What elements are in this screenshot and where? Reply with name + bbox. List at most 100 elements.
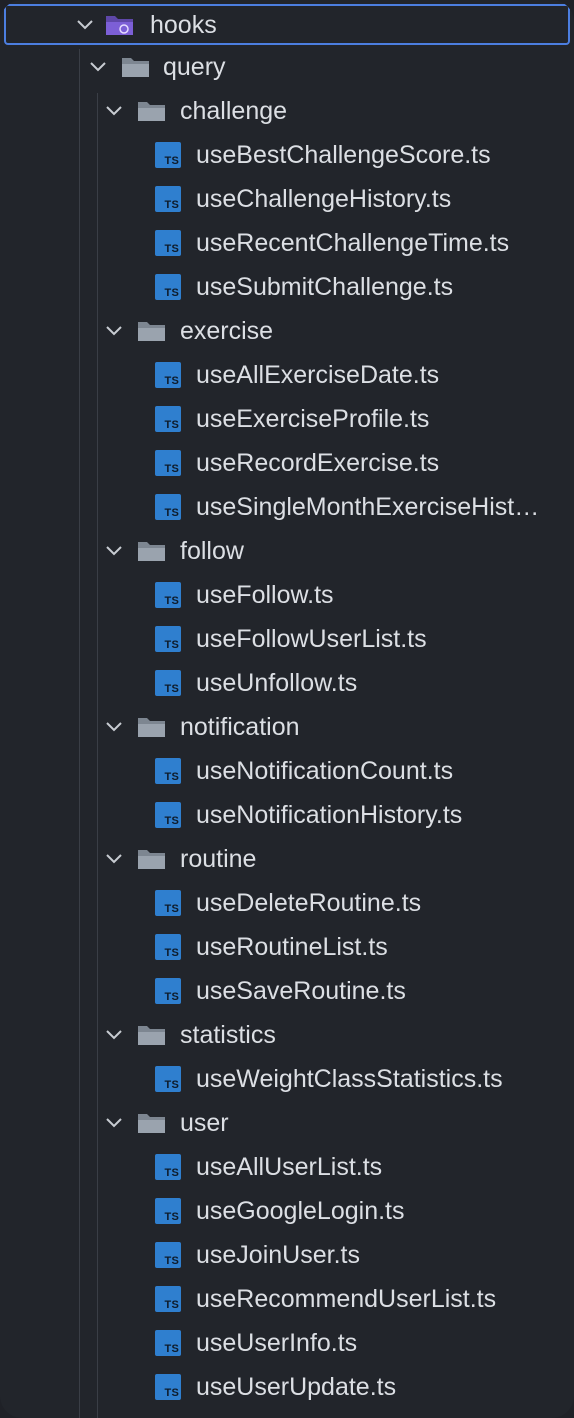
chevron-down-icon[interactable] <box>102 319 126 343</box>
file-badge-label: TS <box>164 1255 179 1267</box>
tree-row-file[interactable]: TS useUserInfo.ts <box>0 1321 574 1365</box>
file-badge-label: TS <box>164 155 179 167</box>
chevron-down-icon[interactable] <box>102 539 126 563</box>
tree-row-folder-follow[interactable]: follow <box>0 529 574 573</box>
typescript-file-icon: TS <box>155 142 181 168</box>
file-badge-label: TS <box>164 771 179 783</box>
tree-row-file[interactable]: TS useFollowUserList.ts <box>0 617 574 661</box>
tree-row-file[interactable]: TS useWeightClassStatistics.ts <box>0 1057 574 1101</box>
tree-row-label: useJoinUser.ts <box>196 1241 360 1269</box>
folder-open-icon <box>137 539 167 563</box>
tree-row-label: useSingleMonthExerciseHist… <box>196 493 540 521</box>
typescript-file-icon: TS <box>155 1198 181 1224</box>
folder-open-icon <box>137 715 167 739</box>
tree-row-label: useUserUpdate.ts <box>196 1373 397 1401</box>
tree-row-file[interactable]: TS useSaveRoutine.ts <box>0 969 574 1013</box>
tree-row-file[interactable]: TS useGoogleLogin.ts <box>0 1189 574 1233</box>
file-badge-label: TS <box>164 595 179 607</box>
chevron-down-icon[interactable] <box>102 1111 126 1135</box>
tree-row-file[interactable]: TS useAllExerciseDate.ts <box>0 353 574 397</box>
tree-row-label: useDeleteRoutine.ts <box>196 889 422 917</box>
tree-row-file[interactable]: TS useExerciseProfile.ts <box>0 397 574 441</box>
typescript-file-icon: TS <box>155 274 181 300</box>
tree-row-folder-routine[interactable]: routine <box>0 837 574 881</box>
tree-row-folder-user[interactable]: user <box>0 1101 574 1145</box>
folder-open-icon <box>137 99 167 123</box>
file-badge-label: TS <box>164 1167 179 1179</box>
chevron-down-icon[interactable] <box>102 99 126 123</box>
tree-row-label: useRecentChallengeTime.ts <box>196 229 510 257</box>
file-tree: hooks query challenge TS useBestChallengeS… <box>0 0 574 1409</box>
tree-row-file[interactable]: TS useDeleteRoutine.ts <box>0 881 574 925</box>
tree-row-file[interactable]: TS useUnfollow.ts <box>0 661 574 705</box>
typescript-file-icon: TS <box>155 626 181 652</box>
file-badge-label: TS <box>164 639 179 651</box>
tree-row-label: user <box>180 1109 229 1137</box>
tree-row-file[interactable]: TS useSingleMonthExerciseHist… <box>0 485 574 529</box>
file-explorer-panel: hooks query challenge TS useBestChallengeS… <box>0 0 574 1418</box>
tree-row-label: useNotificationHistory.ts <box>196 801 463 829</box>
tree-row-file[interactable]: TS useUserUpdate.ts <box>0 1365 574 1409</box>
typescript-file-icon: TS <box>155 230 181 256</box>
file-badge-label: TS <box>164 991 179 1003</box>
tree-row-label: useRecordExercise.ts <box>196 449 440 477</box>
tree-row-file[interactable]: TS useSubmitChallenge.ts <box>0 265 574 309</box>
chevron-down-icon[interactable] <box>102 847 126 871</box>
tree-row-label: hooks <box>150 10 217 39</box>
chevron-down-icon[interactable] <box>73 13 97 37</box>
tree-row-label: useUserInfo.ts <box>196 1329 358 1357</box>
file-badge-label: TS <box>164 287 179 299</box>
tree-row-label: useUnfollow.ts <box>196 669 358 697</box>
tree-row-file[interactable]: TS useChallengeHistory.ts <box>0 177 574 221</box>
tree-row-label: notification <box>180 713 300 741</box>
tree-row-file[interactable]: TS useRecentChallengeTime.ts <box>0 221 574 265</box>
typescript-file-icon: TS <box>155 494 181 520</box>
tree-row-file[interactable]: TS useRecordExercise.ts <box>0 441 574 485</box>
tree-row-folder-statistics[interactable]: statistics <box>0 1013 574 1057</box>
tree-row-folder-notification[interactable]: notification <box>0 705 574 749</box>
tree-row-label: useBestChallengeScore.ts <box>196 141 491 169</box>
typescript-file-icon: TS <box>155 670 181 696</box>
tree-row-label: useAllUserList.ts <box>196 1153 383 1181</box>
chevron-down-icon[interactable] <box>86 55 110 79</box>
file-badge-label: TS <box>164 1387 179 1399</box>
chevron-down-icon[interactable] <box>102 1023 126 1047</box>
typescript-file-icon: TS <box>155 978 181 1004</box>
typescript-file-icon: TS <box>155 450 181 476</box>
tree-row-label: useFollow.ts <box>196 581 334 609</box>
tree-row-file[interactable]: TS useNotificationHistory.ts <box>0 793 574 837</box>
file-badge-label: TS <box>164 243 179 255</box>
typescript-file-icon: TS <box>155 1330 181 1356</box>
tree-row-hooks[interactable]: hooks <box>4 4 570 45</box>
folder-open-icon <box>121 55 151 79</box>
file-badge-label: TS <box>164 199 179 211</box>
tree-row-file[interactable]: TS useRecommendUserList.ts <box>0 1277 574 1321</box>
tree-row-label: useAllExerciseDate.ts <box>196 361 440 389</box>
tree-row-label: useChallengeHistory.ts <box>196 185 452 213</box>
tree-row-label: useWeightClassStatistics.ts <box>196 1065 503 1093</box>
file-badge-label: TS <box>164 1211 179 1223</box>
tree-row-query[interactable]: query <box>0 45 574 89</box>
tree-row-folder-exercise[interactable]: exercise <box>0 309 574 353</box>
chevron-down-icon[interactable] <box>102 715 126 739</box>
tree-row-label: useExerciseProfile.ts <box>196 405 430 433</box>
tree-row-file[interactable]: TS useFollow.ts <box>0 573 574 617</box>
tree-row-label: statistics <box>180 1021 276 1049</box>
file-badge-label: TS <box>164 375 179 387</box>
file-badge-label: TS <box>164 419 179 431</box>
tree-row-file[interactable]: TS useNotificationCount.ts <box>0 749 574 793</box>
typescript-file-icon: TS <box>155 362 181 388</box>
file-badge-label: TS <box>164 1079 179 1091</box>
tree-row-file[interactable]: TS useJoinUser.ts <box>0 1233 574 1277</box>
tree-row-label: exercise <box>180 317 274 345</box>
typescript-file-icon: TS <box>155 1066 181 1092</box>
typescript-file-icon: TS <box>155 1286 181 1312</box>
folder-open-icon <box>137 1023 167 1047</box>
tree-row-file[interactable]: TS useAllUserList.ts <box>0 1145 574 1189</box>
tree-row-folder-challenge[interactable]: challenge <box>0 89 574 133</box>
tree-row-file[interactable]: TS useBestChallengeScore.ts <box>0 133 574 177</box>
typescript-file-icon: TS <box>155 890 181 916</box>
tree-row-file[interactable]: TS useRoutineList.ts <box>0 925 574 969</box>
typescript-file-icon: TS <box>155 406 181 432</box>
folder-open-icon <box>137 319 167 343</box>
